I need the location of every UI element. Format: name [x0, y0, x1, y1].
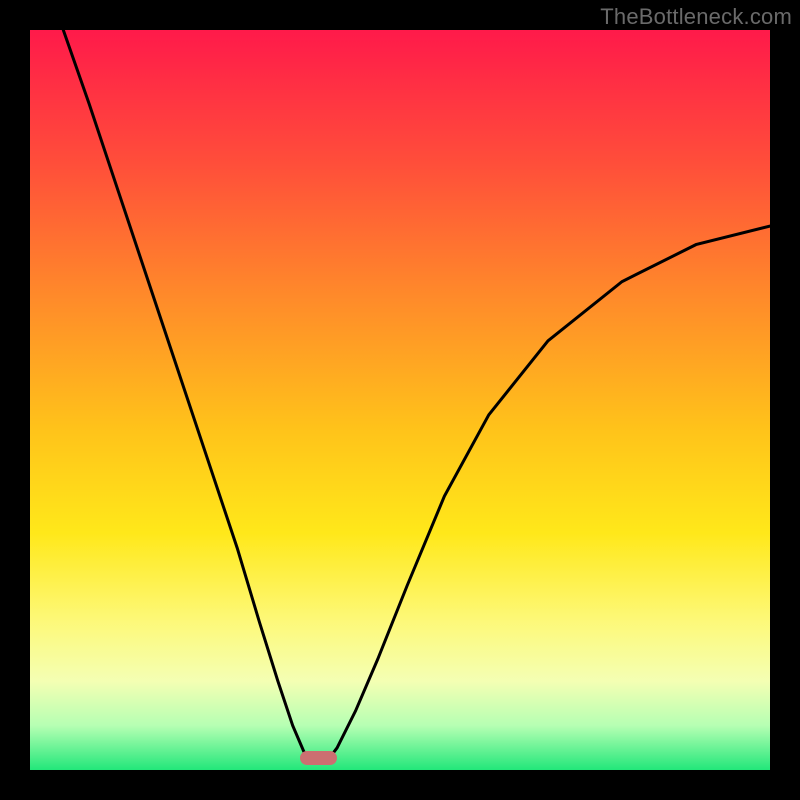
chart-frame: TheBottleneck.com — [0, 0, 800, 800]
curve-layer — [30, 30, 770, 770]
plot-area — [30, 30, 770, 770]
curve-left-branch — [63, 30, 311, 763]
curve-right-branch — [326, 226, 770, 763]
watermark-text: TheBottleneck.com — [600, 4, 792, 30]
minimum-marker — [300, 751, 338, 765]
